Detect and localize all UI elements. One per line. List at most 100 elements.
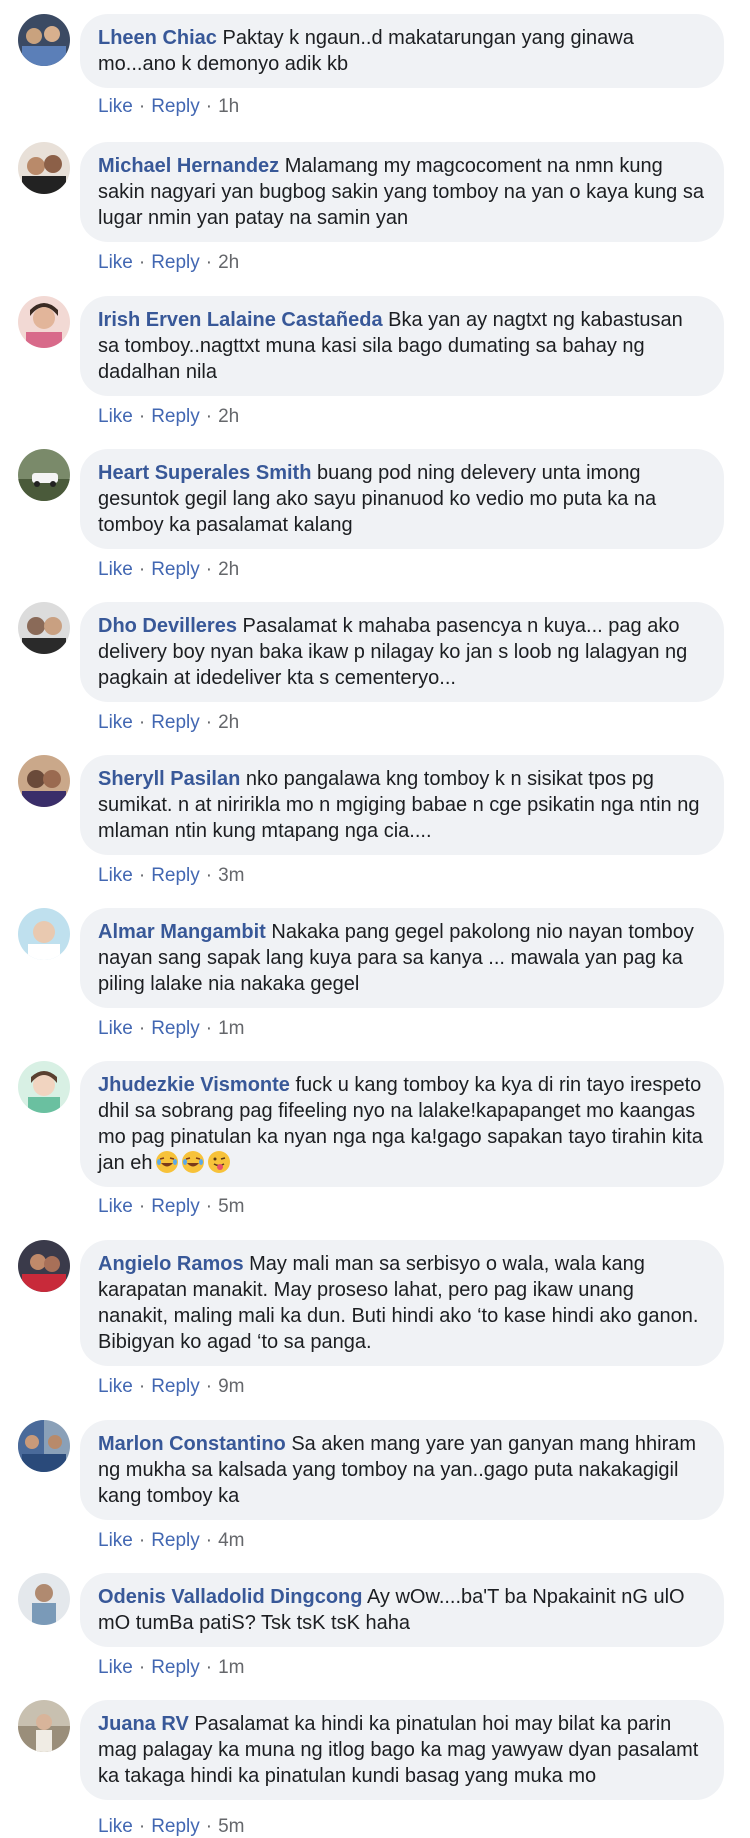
reply-link[interactable]: Reply xyxy=(151,1376,200,1397)
avatar[interactable] xyxy=(18,1420,70,1472)
comment-actions: Like · Reply · 5m xyxy=(98,1196,245,1218)
comment-actions: Like · Reply · 3m xyxy=(98,865,245,887)
reply-link[interactable]: Reply xyxy=(151,1657,200,1678)
comment-actions: Like · Reply · 4m xyxy=(98,1530,245,1552)
separator: · xyxy=(138,559,146,580)
like-link[interactable]: Like xyxy=(98,712,133,733)
avatar[interactable] xyxy=(18,1061,70,1113)
avatar[interactable] xyxy=(18,296,70,348)
like-link[interactable]: Like xyxy=(98,1376,133,1397)
separator: · xyxy=(205,252,213,273)
like-link[interactable]: Like xyxy=(98,1196,133,1217)
reply-link[interactable]: Reply xyxy=(151,559,200,580)
reply-link[interactable]: Reply xyxy=(151,1530,200,1551)
separator: · xyxy=(205,1018,213,1039)
timestamp[interactable]: 2h xyxy=(218,712,239,733)
separator: · xyxy=(205,712,213,733)
comment-bubble: Sheryll Pasilan nko pangalawa kng tomboy… xyxy=(80,755,724,855)
comment-actions: Like · Reply · 2h xyxy=(98,252,239,274)
timestamp[interactable]: 1h xyxy=(218,96,239,117)
comment-bubble: Lheen Chiac Paktay k ngaun..d makatarung… xyxy=(80,14,724,88)
avatar[interactable] xyxy=(18,449,70,501)
avatar[interactable] xyxy=(18,14,70,66)
avatar[interactable] xyxy=(18,908,70,960)
comment-bubble: Heart Superales Smith buang pod ning del… xyxy=(80,449,724,549)
timestamp[interactable]: 9m xyxy=(218,1376,244,1397)
comment-actions: Like · Reply · 2h xyxy=(98,559,239,581)
avatar[interactable] xyxy=(18,1573,70,1625)
like-link[interactable]: Like xyxy=(98,865,133,886)
avatar[interactable] xyxy=(18,142,70,194)
separator: · xyxy=(205,865,213,886)
separator: · xyxy=(205,1657,213,1678)
timestamp[interactable]: 1m xyxy=(218,1657,244,1678)
avatar[interactable] xyxy=(18,755,70,807)
separator: · xyxy=(205,1196,213,1217)
like-link[interactable]: Like xyxy=(98,406,133,427)
reply-link[interactable]: Reply xyxy=(151,712,200,733)
timestamp[interactable]: 2h xyxy=(218,252,239,273)
separator: · xyxy=(138,865,146,886)
comment-actions: Like · Reply · 9m xyxy=(98,1376,245,1398)
separator: · xyxy=(205,406,213,427)
comment-author[interactable]: Irish Erven Lalaine Castañeda xyxy=(98,309,383,331)
timestamp[interactable]: 3m xyxy=(218,865,244,886)
like-link[interactable]: Like xyxy=(98,1530,133,1551)
timestamp[interactable]: 5m xyxy=(218,1196,244,1217)
comment-bubble: Almar Mangambit Nakaka pang gegel pakolo… xyxy=(80,908,724,1008)
comment-author[interactable]: Dho Devilleres xyxy=(98,615,237,637)
comment-bubble: Michael Hernandez Malamang my magcocomen… xyxy=(80,142,724,242)
reply-link[interactable]: Reply xyxy=(151,252,200,273)
avatar[interactable] xyxy=(18,602,70,654)
separator: · xyxy=(205,1530,213,1551)
separator: · xyxy=(138,1816,146,1837)
comment-bubble: Dho Devilleres Pasalamat k mahaba pasenc… xyxy=(80,602,724,702)
like-link[interactable]: Like xyxy=(98,252,133,273)
reply-link[interactable]: Reply xyxy=(151,96,200,117)
comment-author[interactable]: Sheryll Pasilan xyxy=(98,768,240,790)
comment-actions: Like · Reply · 1m xyxy=(98,1657,245,1679)
reply-link[interactable]: Reply xyxy=(151,1018,200,1039)
reply-link[interactable]: Reply xyxy=(151,1816,200,1837)
comment-bubble: Angielo Ramos May mali man sa serbisyo o… xyxy=(80,1240,724,1366)
timestamp[interactable]: 2h xyxy=(218,559,239,580)
joy-emoji-icon xyxy=(181,1150,205,1174)
like-link[interactable]: Like xyxy=(98,1018,133,1039)
like-link[interactable]: Like xyxy=(98,1816,133,1837)
comment-bubble: Jhudezkie Vismonte fuck u kang tomboy ka… xyxy=(80,1061,724,1187)
separator: · xyxy=(138,1657,146,1678)
timestamp[interactable]: 5m xyxy=(218,1816,244,1837)
comment-actions: Like · Reply · 2h xyxy=(98,406,239,428)
avatar[interactable] xyxy=(18,1240,70,1292)
like-link[interactable]: Like xyxy=(98,559,133,580)
comment-text: Pasalamat ka hindi ka pinatulan hoi may … xyxy=(98,1713,699,1787)
like-link[interactable]: Like xyxy=(98,96,133,117)
comment-actions: Like · Reply · 1m xyxy=(98,1018,245,1040)
comment-author[interactable]: Lheen Chiac xyxy=(98,27,217,49)
separator: · xyxy=(138,712,146,733)
reply-link[interactable]: Reply xyxy=(151,1196,200,1217)
comment-author[interactable]: Heart Superales Smith xyxy=(98,462,311,484)
timestamp[interactable]: 2h xyxy=(218,406,239,427)
comment-author[interactable]: Marlon Constantino xyxy=(98,1433,286,1455)
like-link[interactable]: Like xyxy=(98,1657,133,1678)
comment-author[interactable]: Odenis Valladolid Dingcong xyxy=(98,1586,362,1608)
comment-bubble: Irish Erven Lalaine Castañeda Bka yan ay… xyxy=(80,296,724,396)
comment-author[interactable]: Michael Hernandez xyxy=(98,155,279,177)
separator: · xyxy=(205,1816,213,1837)
timestamp[interactable]: 4m xyxy=(218,1530,244,1551)
separator: · xyxy=(138,1196,146,1217)
comment-author[interactable]: Almar Mangambit xyxy=(98,921,266,943)
comment-author[interactable]: Juana RV xyxy=(98,1713,189,1735)
comment-bubble: Juana RV Pasalamat ka hindi ka pinatulan… xyxy=(80,1700,724,1800)
tongue-emoji-icon xyxy=(207,1150,231,1174)
comment-author[interactable]: Angielo Ramos xyxy=(98,1253,244,1275)
separator: · xyxy=(138,1376,146,1397)
avatar[interactable] xyxy=(18,1700,70,1752)
reply-link[interactable]: Reply xyxy=(151,406,200,427)
timestamp[interactable]: 1m xyxy=(218,1018,244,1039)
reply-link[interactable]: Reply xyxy=(151,865,200,886)
separator: · xyxy=(138,96,146,117)
separator: · xyxy=(205,559,213,580)
comment-author[interactable]: Jhudezkie Vismonte xyxy=(98,1074,290,1096)
